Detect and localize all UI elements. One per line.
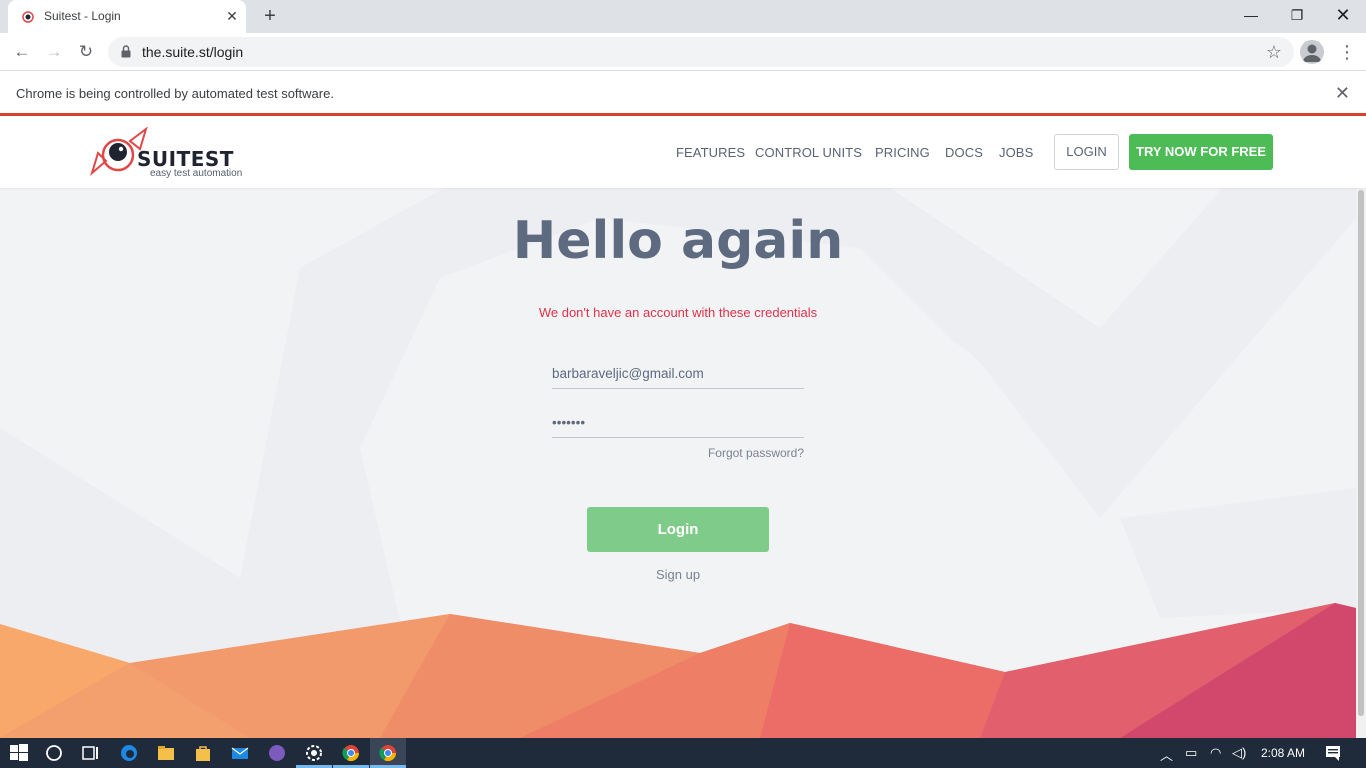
nav-docs[interactable]: DOCS <box>945 145 983 160</box>
scrollbar-thumb[interactable] <box>1358 190 1364 716</box>
infobar-message: Chrome is being controlled by automated … <box>16 86 334 101</box>
email-field[interactable] <box>552 361 804 389</box>
window-close-icon[interactable]: ✕ <box>1320 0 1366 30</box>
nav-pricing[interactable]: PRICING <box>875 145 930 160</box>
volume-icon[interactable]: ◁) <box>1232 745 1246 761</box>
browser-tab[interactable]: Suitest - Login ✕ <box>8 0 246 33</box>
forgot-password-link[interactable]: Forgot password? <box>552 446 804 460</box>
browser-toolbar: ← → ↻ the.suite.st/login ☆ ⋮ <box>0 33 1366 71</box>
tab-title: Suitest - Login <box>44 9 121 23</box>
profile-avatar-icon[interactable] <box>1300 40 1324 64</box>
page-heading: Hello again <box>512 211 844 271</box>
file-explorer-icon[interactable] <box>156 743 176 763</box>
network-icon[interactable]: ◠ <box>1210 745 1221 761</box>
nav-jobs[interactable]: JOBS <box>999 145 1033 160</box>
infobar-close-icon[interactable]: ✕ <box>1335 83 1350 104</box>
password-field[interactable] <box>552 410 804 438</box>
suitest-favicon-icon <box>22 11 34 23</box>
search-icon[interactable] <box>44 743 64 763</box>
suitest-logo[interactable]: SUITEST easy test automation <box>90 127 250 181</box>
sign-up-link[interactable]: Sign up <box>0 567 1356 582</box>
forward-icon[interactable]: → <box>42 41 66 63</box>
login-submit-button[interactable]: Login <box>587 507 769 552</box>
address-bar[interactable]: the.suite.st/login ☆ <box>108 37 1294 67</box>
settings-icon[interactable] <box>304 743 324 763</box>
windows-taskbar: ︿ ▭ ◠ ◁) 2:08 AM <box>0 738 1366 768</box>
error-message: We don't have an account with these cred… <box>538 305 818 320</box>
mail-icon[interactable] <box>230 743 250 763</box>
tray-chevron-icon[interactable]: ︿ <box>1160 745 1173 764</box>
minimize-icon[interactable]: — <box>1228 0 1274 30</box>
task-view-icon[interactable] <box>80 743 100 763</box>
tab-close-icon[interactable]: ✕ <box>224 8 240 24</box>
brand-tagline: easy test automation <box>150 168 243 179</box>
page-scrollbar[interactable] <box>1356 188 1366 738</box>
reload-icon[interactable]: ↻ <box>74 41 98 63</box>
password-input[interactable] <box>552 410 804 430</box>
notifications-icon[interactable] <box>1323 743 1343 763</box>
site-header: SUITEST easy test automation FEATURES CO… <box>0 119 1366 188</box>
clock[interactable]: 2:08 AM <box>1261 746 1305 760</box>
battery-icon[interactable]: ▭ <box>1185 745 1197 761</box>
edge-icon[interactable] <box>119 743 139 763</box>
lock-icon <box>121 45 131 58</box>
header-login-button[interactable]: LOGIN <box>1054 134 1119 170</box>
back-icon[interactable]: ← <box>10 41 34 63</box>
chrome-menu-icon[interactable]: ⋮ <box>1338 40 1356 64</box>
nav-features[interactable]: FEATURES <box>676 145 745 160</box>
try-now-button[interactable]: TRY NOW FOR FREE <box>1129 134 1273 170</box>
chrome-active-icon[interactable] <box>378 743 398 763</box>
tab-strip: Suitest - Login ✕ + — ❐ ✕ <box>0 0 1366 33</box>
restore-icon[interactable]: ❐ <box>1274 0 1320 30</box>
url-text: the.suite.st/login <box>142 44 244 60</box>
login-page: Hello again We don't have an account wit… <box>0 188 1356 738</box>
bookmark-star-icon[interactable]: ☆ <box>1266 42 1282 62</box>
new-tab-icon[interactable]: + <box>260 6 280 26</box>
viber-icon[interactable] <box>267 743 287 763</box>
chrome-icon[interactable] <box>341 743 361 763</box>
email-input[interactable] <box>552 361 804 381</box>
start-icon[interactable] <box>9 743 29 763</box>
automation-infobar: Chrome is being controlled by automated … <box>0 72 1366 116</box>
nav-control-units[interactable]: CONTROL UNITS <box>755 145 862 160</box>
store-icon[interactable] <box>193 743 213 763</box>
